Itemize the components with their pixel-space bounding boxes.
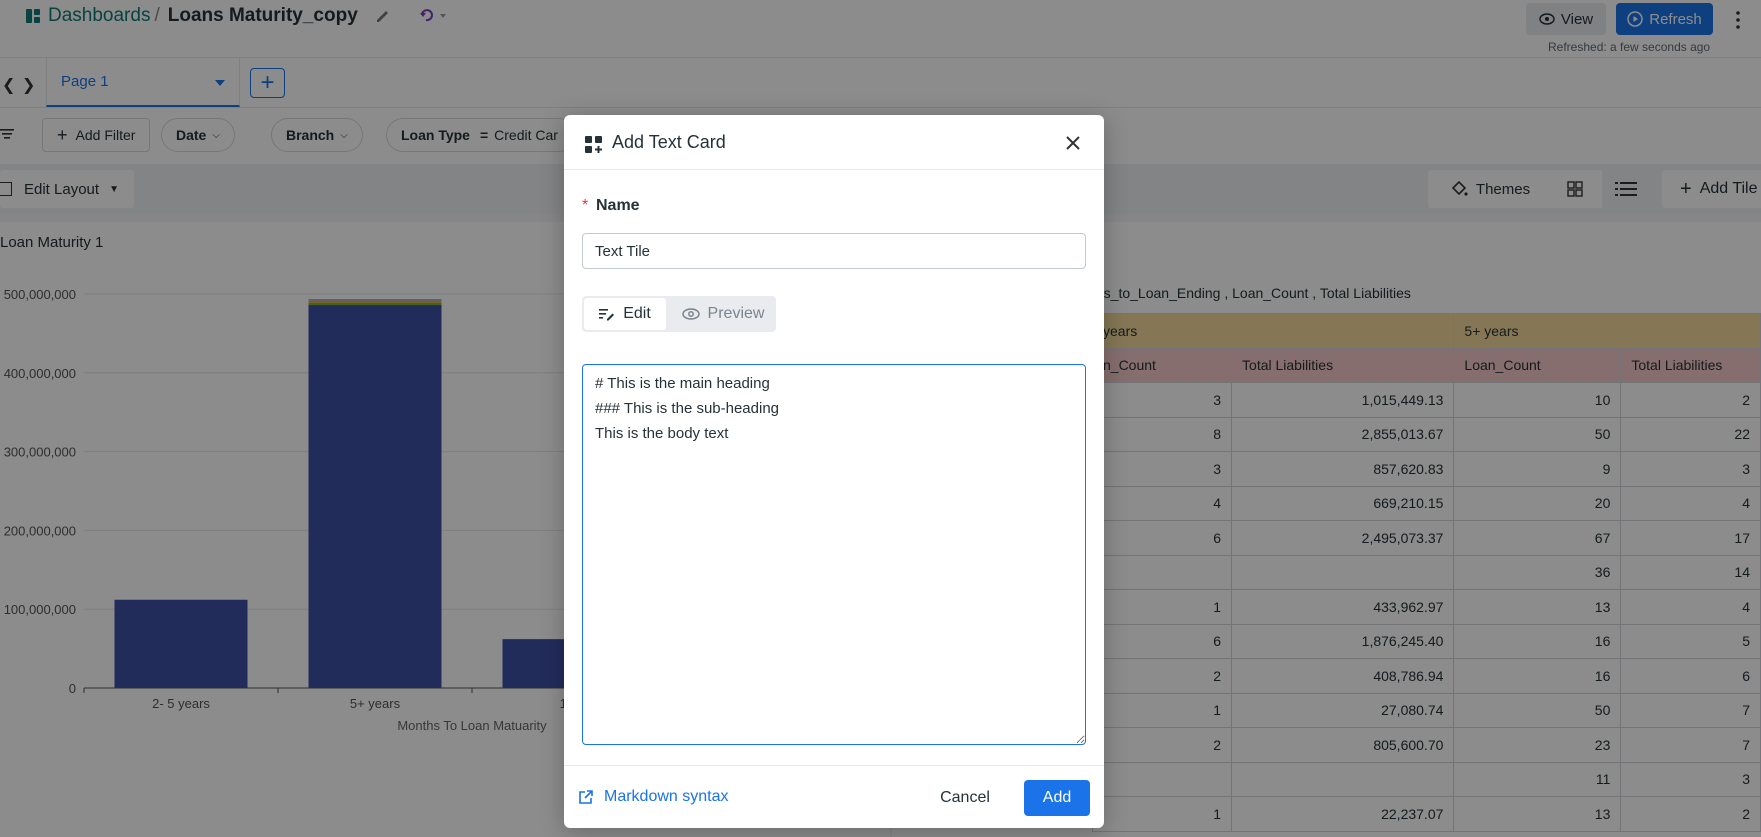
edit-lines-icon xyxy=(599,309,615,321)
tab-preview-label: Preview xyxy=(707,305,765,322)
tab-edit-label: Edit xyxy=(623,305,651,322)
add-widget-icon xyxy=(585,136,602,153)
add-button[interactable]: Add xyxy=(1024,780,1090,816)
eye-icon xyxy=(681,308,700,320)
cancel-button[interactable]: Cancel xyxy=(922,780,1008,816)
tab-edit[interactable]: Edit xyxy=(584,298,666,330)
tab-preview[interactable]: Preview xyxy=(674,298,772,330)
dialog-header: Add Text Card xyxy=(564,115,1104,170)
add-text-card-dialog: Add Text Card * Name Edit Preview # This… xyxy=(564,115,1104,828)
required-marker: * xyxy=(582,197,589,214)
markdown-syntax-label: Markdown syntax xyxy=(604,788,729,805)
markdown-syntax-link[interactable]: Markdown syntax xyxy=(578,788,729,806)
name-input[interactable] xyxy=(582,233,1086,269)
name-label: Name xyxy=(596,197,640,214)
dialog-title: Add Text Card xyxy=(612,132,726,152)
markdown-editor[interactable]: # This is the main heading ### This is t… xyxy=(582,364,1086,745)
external-link-icon xyxy=(579,790,593,804)
dialog-footer: Markdown syntax Cancel Add xyxy=(564,765,1104,828)
edit-preview-toggle: Edit Preview xyxy=(582,296,776,332)
close-icon[interactable] xyxy=(1063,133,1083,153)
